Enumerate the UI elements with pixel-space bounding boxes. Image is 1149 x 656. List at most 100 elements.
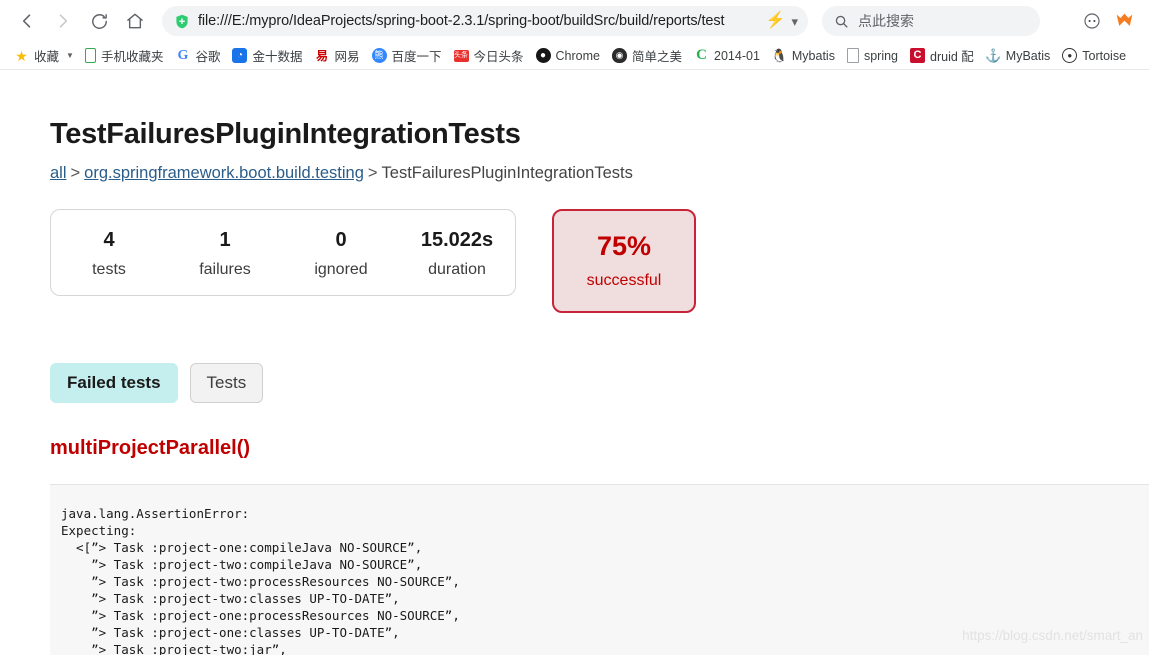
bookmark-item[interactable]: ★ 收藏: [8, 44, 65, 67]
bookmark-label: 今日头条: [474, 46, 524, 65]
counter-value: 1: [167, 228, 283, 253]
lightning-bolt-icon[interactable]: ⚡: [766, 13, 786, 29]
bookmarks-bar: ★ 收藏 ▼ 手机收藏夹 G 谷歌 ◔ 金十数据易网易熊百度一下头条今日头条 ● Chrome ◉ 简…: [0, 42, 1149, 70]
bookmark-label: 2014-01: [714, 49, 760, 63]
counter-label: failures: [167, 261, 283, 279]
netease-icon: 易: [314, 48, 329, 63]
counter-value: 4: [51, 228, 167, 253]
bookmark-item[interactable]: 易网易: [308, 44, 365, 67]
counter-label: tests: [51, 261, 167, 279]
bookmark-item[interactable]: ◔ 金十数据: [226, 44, 308, 67]
browser-toolbar: file:///E:/mypro/IdeaProjects/spring-boo…: [0, 0, 1149, 42]
more-options-icon: [1082, 11, 1102, 31]
bookmark-item[interactable]: 手机收藏夹: [79, 44, 170, 67]
bookmark-item[interactable]: ● Tortoise: [1056, 46, 1132, 65]
reload-icon: [90, 12, 109, 31]
counter-failures: 1 failures: [167, 228, 283, 279]
counter-value: 15.022s: [399, 228, 515, 253]
counter-label: ignored: [283, 261, 399, 279]
stack-trace-text: java.lang.AssertionError: Expecting: <[”…: [61, 505, 1149, 655]
report-page: TestFailuresPluginIntegrationTests all>o…: [0, 70, 1149, 655]
bookmark-item[interactable]: spring: [841, 46, 904, 65]
bookmark-label: 谷歌: [195, 46, 220, 65]
address-bar-url: file:///E:/mypro/IdeaProjects/spring-boo…: [198, 13, 758, 29]
counter-ignored: 0 ignored: [283, 228, 399, 279]
home-icon: [125, 11, 145, 31]
browser-logo-icon: [1114, 11, 1135, 32]
chevron-down-icon[interactable]: ▾: [791, 15, 798, 28]
google-icon: G: [175, 48, 190, 63]
bookmark-item[interactable]: 🐧 Mybatis: [766, 46, 841, 65]
breadcrumb-separator-1: >: [67, 164, 85, 182]
summary-row: 4 tests1 failures0 ignored15.022s duration 7…: [50, 209, 1099, 313]
bookmark-label: druid 配: [930, 46, 974, 65]
success-rate-label: successful: [587, 272, 662, 290]
bookmark-label: Chrome: [556, 49, 600, 63]
success-rate-badge: 75% successful: [552, 209, 696, 313]
reload-button[interactable]: [82, 4, 116, 38]
bookmark-item[interactable]: C 2014-01: [688, 46, 766, 65]
counter-tests: 4 tests: [51, 228, 167, 279]
bookmark-item[interactable]: 熊百度一下: [366, 44, 448, 67]
back-button[interactable]: [10, 4, 44, 38]
bookmark-label: 手机收藏夹: [101, 46, 164, 65]
breadcrumb-current: TestFailuresPluginIntegrationTests: [382, 164, 633, 182]
c-logo-icon: C: [694, 48, 709, 63]
bookmark-item[interactable]: ⚓ MyBatis: [980, 46, 1056, 65]
search-icon: [834, 14, 849, 29]
breadcrumb: all>org.springframework.boot.build.testi…: [50, 164, 1099, 183]
shield-icon: [174, 13, 190, 30]
bookmark-item[interactable]: ● Chrome: [530, 46, 606, 65]
alien-icon: ◉: [612, 48, 627, 63]
tab-tests[interactable]: Tests: [190, 363, 264, 403]
back-arrow-icon: [17, 11, 37, 31]
search-box[interactable]: 点此搜索: [822, 6, 1040, 36]
breadcrumb-separator-2: >: [364, 164, 382, 182]
browser-logo-button[interactable]: [1109, 6, 1139, 36]
bookmark-label: spring: [864, 49, 898, 63]
druid-icon: C: [910, 48, 925, 63]
star-icon: ★: [14, 48, 29, 63]
forward-button[interactable]: [46, 4, 80, 38]
search-input-placeholder: 点此搜索: [858, 11, 914, 31]
bookmark-item[interactable]: 头条今日头条: [448, 44, 530, 67]
success-rate-percent: 75%: [597, 232, 651, 262]
bookmark-label: Tortoise: [1082, 49, 1126, 63]
home-button[interactable]: [118, 4, 152, 38]
breadcrumb-link-package[interactable]: org.springframework.boot.build.testing: [84, 164, 364, 182]
bookmark-label: 简单之美: [632, 46, 682, 65]
bookmark-label: MyBatis: [1006, 49, 1050, 63]
bookmark-label: 百度一下: [392, 46, 442, 65]
counter-duration: 15.022s duration: [399, 228, 515, 279]
breadcrumb-link-all[interactable]: all: [50, 164, 67, 182]
forward-arrow-icon: [53, 11, 73, 31]
tortoise-icon: ●: [1062, 48, 1077, 63]
more-options-button[interactable]: [1077, 6, 1107, 36]
github-icon: ●: [536, 48, 551, 63]
mybatis-icon: ⚓: [986, 48, 1001, 63]
address-bar[interactable]: file:///E:/mypro/IdeaProjects/spring-boo…: [162, 6, 808, 36]
address-bar-actions: ⚡ ▾: [766, 13, 798, 29]
counter-label: duration: [399, 261, 515, 279]
toutiao-icon: 头条: [454, 50, 469, 62]
bookmark-folder-caret-icon[interactable]: ▼: [65, 51, 79, 60]
bookmark-item[interactable]: Cdruid 配: [904, 44, 980, 67]
bookmark-label: 收藏: [34, 46, 59, 65]
bookmark-label: 金十数据: [252, 46, 302, 65]
document-icon: [847, 48, 859, 63]
phone-icon: [85, 48, 96, 63]
bookmark-label: 网易: [334, 46, 359, 65]
counter-value: 0: [283, 228, 399, 253]
bookmark-item[interactable]: ◉ 简单之美: [606, 44, 688, 67]
counters-panel: 4 tests1 failures0 ignored15.022s duration: [50, 209, 516, 296]
tab-failed-tests[interactable]: Failed tests: [50, 363, 178, 403]
failed-test-name: multiProjectParallel(): [50, 437, 1099, 460]
bookmark-item[interactable]: G 谷歌: [169, 44, 226, 67]
baidu-icon: 熊: [372, 48, 387, 63]
stack-trace-panel: java.lang.AssertionError: Expecting: <[”…: [50, 484, 1149, 655]
tab-bar: Failed tests Tests: [50, 363, 1099, 403]
page-title: TestFailuresPluginIntegrationTests: [50, 70, 1099, 151]
jinshi-icon: ◔: [232, 48, 247, 63]
tux-icon: 🐧: [772, 48, 787, 63]
bookmark-label: Mybatis: [792, 49, 835, 63]
